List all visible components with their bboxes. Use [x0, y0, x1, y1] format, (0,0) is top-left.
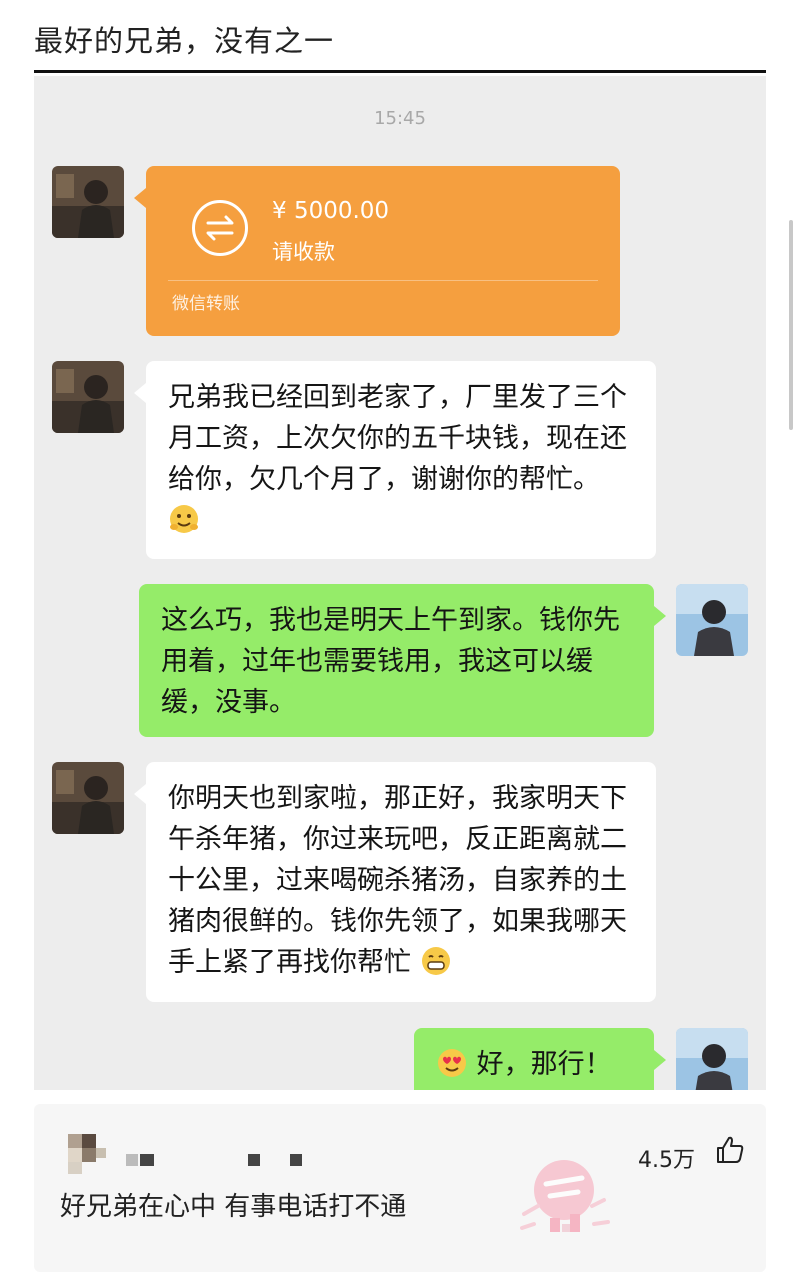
message-text: 你明天也到家啦，那正好，我家明天下午杀年猪，你过来玩吧，反正距离就二十公里，过来…: [168, 783, 627, 978]
top-comment: 好兄弟在心中 有事电话打不通 4.5万: [34, 1104, 766, 1272]
commenter-avatar[interactable]: [68, 1134, 112, 1174]
friend-avatar[interactable]: [52, 361, 124, 433]
comment-text: 好兄弟在心中 有事电话打不通: [60, 1192, 407, 1222]
commenter-name-blur: [248, 1154, 260, 1166]
commenter-name-blur: [290, 1154, 302, 1166]
message-bubble-friend[interactable]: 兄弟我已经回到老家了，厂里发了三个月工资，上次欠你的五千块钱，现在还给你，欠几个…: [134, 361, 656, 559]
friend-avatar[interactable]: [52, 762, 124, 834]
transfer-amount: ¥ 5000.00: [272, 198, 390, 224]
commenter-name-blur: [140, 1154, 154, 1166]
hugging-face-icon: [170, 505, 198, 533]
heart-eyes-face-icon: [438, 1049, 466, 1077]
scrollbar[interactable]: [789, 220, 793, 430]
like-count: 4.5万: [638, 1148, 695, 1173]
message-text: 好，那行！: [476, 1049, 612, 1080]
post-title: 最好的兄弟，没有之一: [34, 24, 335, 58]
transfer-label: 微信转账: [172, 294, 240, 314]
transfer-divider: [168, 280, 598, 281]
shenping-stamp-icon: [520, 1160, 610, 1232]
friend-avatar[interactable]: [52, 166, 124, 238]
chat-screenshot: 15:45 ¥ 5000.00 请收款 微信转账 兄弟我已经回到老家了，厂里发了…: [34, 76, 766, 1090]
transfer-card[interactable]: ¥ 5000.00 请收款 微信转账: [134, 166, 620, 336]
message-timestamp: 15:45: [374, 108, 426, 129]
message-text: 这么巧，我也是明天上午到家。钱你先用着，过年也需要钱用，我这可以缓缓，没事。: [161, 605, 620, 718]
message-bubble-me[interactable]: 好，那行！: [414, 1028, 666, 1090]
transfer-note: 请收款: [272, 240, 335, 264]
grinning-face-icon: [421, 947, 450, 975]
my-avatar[interactable]: [676, 1028, 748, 1090]
message-bubble-me[interactable]: 这么巧，我也是明天上午到家。钱你先用着，过年也需要钱用，我这可以缓缓，没事。: [139, 584, 666, 737]
message-text: 兄弟我已经回到老家了，厂里发了三个月工资，上次欠你的五千块钱，现在还给你，欠几个…: [168, 382, 627, 495]
transfer-exchange-icon: [192, 200, 248, 256]
title-divider: [34, 70, 766, 73]
message-bubble-friend[interactable]: 你明天也到家啦，那正好，我家明天下午杀年猪，你过来玩吧，反正距离就二十公里，过来…: [134, 762, 656, 1002]
my-avatar[interactable]: [676, 584, 748, 656]
thumbs-up-icon[interactable]: [714, 1134, 746, 1166]
commenter-name-blur: [126, 1154, 138, 1166]
